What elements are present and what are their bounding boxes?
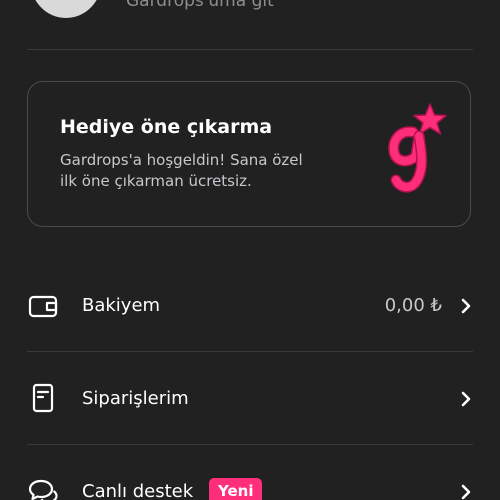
- wallet-icon: [28, 295, 58, 318]
- menu-item-live-support[interactable]: Canlı destek Yeni: [0, 464, 500, 500]
- menu-item-label: Bakiyem: [82, 295, 161, 316]
- new-badge: Yeni: [209, 478, 263, 500]
- chevron-right-icon: [461, 391, 471, 407]
- gardrops-g-star-logo-icon: [388, 103, 447, 193]
- balance-value: 0,00 ₺: [384, 295, 442, 316]
- chat-bubbles-icon: [28, 479, 58, 500]
- divider: [27, 444, 473, 445]
- divider: [27, 49, 473, 50]
- promo-description: Gardrops'a hoşgeldin! Sana özel ilk öne …: [60, 151, 303, 190]
- divider: [27, 351, 473, 352]
- menu-item-label: Canlı destek: [82, 481, 194, 500]
- profile-link[interactable]: Gardrops'uma git: [126, 0, 274, 11]
- menu-item-label: Siparişlerim: [82, 388, 189, 409]
- receipt-icon: [32, 383, 54, 413]
- account-screen: Gardrops'uma git Hediye öne çıkarma Gard…: [0, 0, 500, 500]
- gift-boost-card[interactable]: Hediye öne çıkarma Gardrops'a hoşgeldin!…: [27, 81, 471, 227]
- chevron-right-icon: [461, 298, 471, 314]
- avatar[interactable]: [30, 0, 102, 18]
- profile-row[interactable]: Gardrops'uma git: [0, 0, 500, 49]
- promo-title: Hediye öne çıkarma: [60, 116, 273, 138]
- chevron-right-icon: [461, 484, 471, 500]
- menu-item-wallet[interactable]: Bakiyem 0,00 ₺: [0, 276, 500, 336]
- menu-item-orders[interactable]: Siparişlerim: [0, 368, 500, 428]
